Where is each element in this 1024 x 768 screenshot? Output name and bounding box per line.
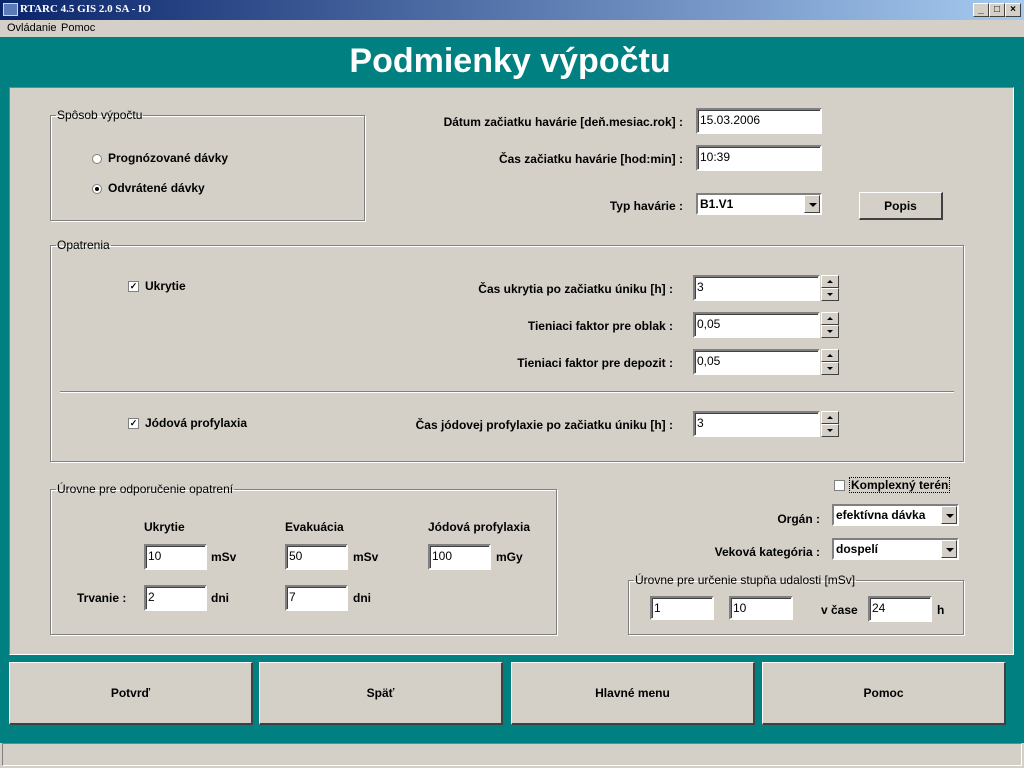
evacuation-duration-field[interactable]: 7: [285, 585, 348, 611]
time-field[interactable]: 10:39: [696, 145, 822, 171]
iodine-checkbox[interactable]: ✓: [128, 418, 139, 429]
event-levels-legend: Úrovne pre určenie stupňa udalosti [mSv]: [635, 573, 856, 587]
event-level-1-field[interactable]: 1: [650, 596, 714, 620]
complex-terrain-checkbox[interactable]: [834, 480, 845, 491]
shelter-level-field[interactable]: 10: [144, 544, 207, 570]
radio-odvratene-label[interactable]: Odvrátené dávky: [108, 181, 205, 195]
minimize-button[interactable]: _: [973, 3, 989, 17]
evacuation-duration-unit: dni: [353, 591, 371, 605]
event-time-label: v čase: [821, 603, 858, 617]
chevron-down-icon[interactable]: [941, 540, 957, 558]
iodine-level-unit: mGy: [496, 550, 523, 564]
shelter-level-unit: mSv: [211, 550, 237, 564]
levels-legend: Úrovne pre odporučenie opatrení: [57, 482, 234, 496]
main-panel: Spôsob výpočtu Prognózované dávky Odvrát…: [9, 87, 1014, 655]
radio-prognozovane[interactable]: [92, 154, 102, 164]
measures-legend: Opatrenia: [57, 238, 110, 252]
evacuation-level-unit: mSv: [353, 550, 379, 564]
menu-bar: Ovládanie Pomoc: [0, 20, 1024, 37]
sheltering-checkbox[interactable]: ✓: [128, 281, 139, 292]
duration-label: Trvanie :: [77, 591, 127, 605]
time-label: Čas začiatku havárie [hod:min] :: [498, 152, 683, 166]
iodine-time-field[interactable]: 3: [693, 411, 820, 437]
deposit-factor-field[interactable]: 0,05: [693, 349, 820, 375]
date-label: Dátum začiatku havárie [deň.mesiac.rok] …: [443, 115, 683, 129]
shelter-time-spinner[interactable]: [821, 275, 839, 301]
window-title: RTARC 4.5 GIS 2.0 SA - IO: [20, 3, 151, 15]
levels-col-shelter: Ukrytie: [144, 520, 185, 534]
menu-pomoc[interactable]: Pomoc: [61, 22, 95, 34]
sheltering-label[interactable]: Ukrytie: [145, 279, 186, 293]
organ-select[interactable]: efektívna dávka: [832, 504, 959, 526]
event-time-field[interactable]: 24: [868, 596, 932, 622]
evacuation-level-field[interactable]: 50: [285, 544, 348, 570]
event-time-unit: h: [937, 603, 945, 617]
cloud-factor-label: Tieniaci faktor pre oblak :: [527, 319, 673, 333]
age-category-label: Veková kategória :: [714, 545, 820, 559]
chevron-down-icon[interactable]: [804, 195, 820, 213]
cloud-factor-spinner[interactable]: [821, 312, 839, 338]
accident-type-select[interactable]: B1.V1: [696, 193, 822, 215]
iodine-label[interactable]: Jódová profylaxia: [145, 416, 247, 430]
cloud-factor-field[interactable]: 0,05: [693, 312, 820, 338]
maximize-button[interactable]: □: [989, 3, 1005, 17]
help-button[interactable]: Pomoc: [762, 662, 1006, 725]
calc-method-legend: Spôsob výpočtu: [57, 108, 143, 122]
back-button[interactable]: Späť: [259, 662, 503, 725]
iodine-time-label: Čas jódovej profylaxie po začiatku úniku…: [415, 418, 673, 432]
radio-prognozovane-label[interactable]: Prognózované dávky: [108, 151, 228, 165]
event-level-2-field[interactable]: 10: [729, 596, 793, 620]
shelter-time-field[interactable]: 3: [693, 275, 820, 301]
chevron-down-icon[interactable]: [941, 506, 957, 524]
measures-divider: [60, 391, 954, 393]
date-field[interactable]: 15.03.2006: [696, 108, 822, 134]
confirm-button[interactable]: Potvrď: [9, 662, 253, 725]
age-category-select[interactable]: dospelí: [832, 538, 959, 560]
organ-label: Orgán :: [777, 512, 820, 526]
status-bar: [2, 743, 1022, 766]
main-menu-button[interactable]: Hlavné menu: [511, 662, 755, 725]
page-title: Podmienky výpočtu: [349, 42, 671, 80]
age-category-value: dospelí: [836, 542, 879, 556]
iodine-level-field[interactable]: 100: [428, 544, 491, 570]
levels-col-evacuation: Evakuácia: [285, 520, 344, 534]
deposit-factor-label: Tieniaci faktor pre depozit :: [517, 356, 673, 370]
radio-odvratene[interactable]: [92, 184, 102, 194]
complex-terrain-label[interactable]: Komplexný terén: [849, 477, 951, 493]
accident-type-label: Typ havárie :: [609, 199, 683, 213]
organ-value: efektívna dávka: [836, 508, 926, 522]
title-bar: RTARC 4.5 GIS 2.0 SA - IO _ □ ×: [0, 0, 1024, 20]
shelter-time-label: Čas ukrytia po začiatku úniku [h] :: [478, 282, 673, 296]
close-button[interactable]: ×: [1005, 3, 1021, 17]
iodine-time-spinner[interactable]: [821, 411, 839, 437]
menu-ovladanie[interactable]: Ovládanie: [7, 22, 57, 34]
shelter-duration-field[interactable]: 2: [144, 585, 207, 611]
popis-button[interactable]: Popis: [859, 192, 943, 220]
accident-type-value: B1.V1: [700, 197, 734, 211]
deposit-factor-spinner[interactable]: [821, 349, 839, 375]
app-icon: [3, 3, 18, 16]
shelter-duration-unit: dni: [211, 591, 229, 605]
levels-col-iodine: Jódová profylaxia: [428, 520, 531, 534]
